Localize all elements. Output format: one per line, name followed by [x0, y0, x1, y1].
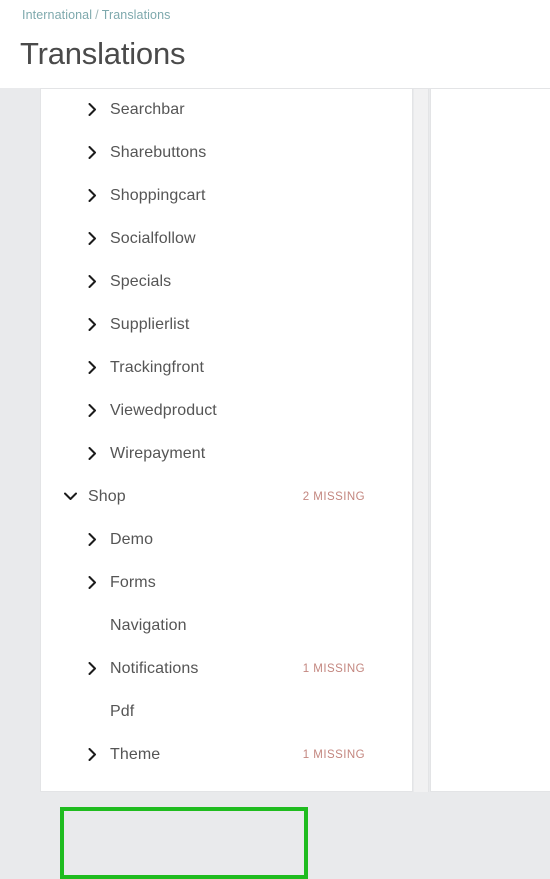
tree-row-label: Pdf: [110, 702, 135, 720]
chevron-right-icon[interactable]: [85, 404, 99, 418]
chevron-right-icon[interactable]: [85, 748, 99, 762]
content-area: Searchbar Sharebuttons Shoppingcart Socialf…: [0, 88, 550, 879]
tree-row-shoppingcart[interactable]: Shoppingcart: [0, 174, 413, 217]
chevron-down-icon[interactable]: [63, 490, 77, 504]
tree-row-label: Viewedproduct: [110, 401, 217, 419]
chevron-right-icon[interactable]: [85, 232, 99, 246]
tree-row-pdf[interactable]: Pdf: [0, 690, 413, 733]
tree-row-label: Socialfollow: [110, 229, 196, 247]
tree-row-wirepayment[interactable]: Wirepayment: [0, 432, 413, 475]
translation-detail-card: [430, 88, 550, 792]
chevron-right-icon[interactable]: [85, 662, 99, 676]
tree-row-sharebuttons[interactable]: Sharebuttons: [0, 131, 413, 174]
tree-row-label: Supplierlist: [110, 315, 190, 333]
tree-row-label: Shoppingcart: [110, 186, 206, 204]
tree-row-shop[interactable]: Shop 2 MISSING: [0, 475, 413, 518]
tree-row-navigation[interactable]: Navigation: [0, 604, 413, 647]
tree-scrollbar[interactable]: [414, 88, 429, 792]
tree-row-label: Demo: [110, 530, 154, 548]
chevron-right-icon[interactable]: [85, 533, 99, 547]
tree-row-label: Trackingfront: [110, 358, 205, 376]
tree-row-label: Shop: [88, 487, 126, 505]
chevron-right-icon[interactable]: [85, 146, 99, 160]
translation-tree-list: Searchbar Sharebuttons Shoppingcart Socialf…: [0, 88, 413, 776]
tree-row-socialfollow[interactable]: Socialfollow: [0, 217, 413, 260]
tree-row-searchbar[interactable]: Searchbar: [0, 88, 413, 131]
missing-count-badge: 1 MISSING: [302, 748, 365, 761]
missing-count-badge: 2 MISSING: [302, 490, 365, 503]
missing-count-badge: 1 MISSING: [302, 662, 365, 675]
tree-row-label: Forms: [110, 573, 156, 591]
tree-row-label: Theme: [110, 745, 161, 763]
tree-row-theme[interactable]: Theme 1 MISSING: [0, 733, 413, 776]
tree-row-specials[interactable]: Specials: [0, 260, 413, 303]
tree-row-label: Wirepayment: [110, 444, 206, 462]
breadcrumb-separator: /: [95, 8, 99, 22]
page-title: Translations: [20, 36, 186, 71]
tree-row-trackingfront[interactable]: Trackingfront: [0, 346, 413, 389]
theme-row-highlight-box: [60, 807, 308, 879]
tree-row-label: Notifications: [110, 659, 199, 677]
tree-row-demo[interactable]: Demo: [0, 518, 413, 561]
tree-row-notifications[interactable]: Notifications 1 MISSING: [0, 647, 413, 690]
tree-row-viewedproduct[interactable]: Viewedproduct: [0, 389, 413, 432]
tree-row-label: Sharebuttons: [110, 143, 207, 161]
chevron-right-icon[interactable]: [85, 576, 99, 590]
breadcrumb: International / Translations: [22, 8, 171, 22]
tree-row-label: Navigation: [110, 616, 187, 634]
chevron-right-icon[interactable]: [85, 275, 99, 289]
breadcrumb-link-translations[interactable]: Translations: [102, 8, 171, 22]
chevron-right-icon[interactable]: [85, 318, 99, 332]
tree-row-supplierlist[interactable]: Supplierlist: [0, 303, 413, 346]
breadcrumb-link-international[interactable]: International: [22, 8, 92, 22]
chevron-right-icon[interactable]: [85, 447, 99, 461]
tree-row-forms[interactable]: Forms: [0, 561, 413, 604]
page-header: International / Translations Translations: [0, 0, 550, 88]
chevron-right-icon[interactable]: [85, 189, 99, 203]
chevron-right-icon[interactable]: [85, 103, 99, 117]
chevron-right-icon[interactable]: [85, 361, 99, 375]
tree-row-label: Searchbar: [110, 100, 185, 118]
tree-row-label: Specials: [110, 272, 172, 290]
